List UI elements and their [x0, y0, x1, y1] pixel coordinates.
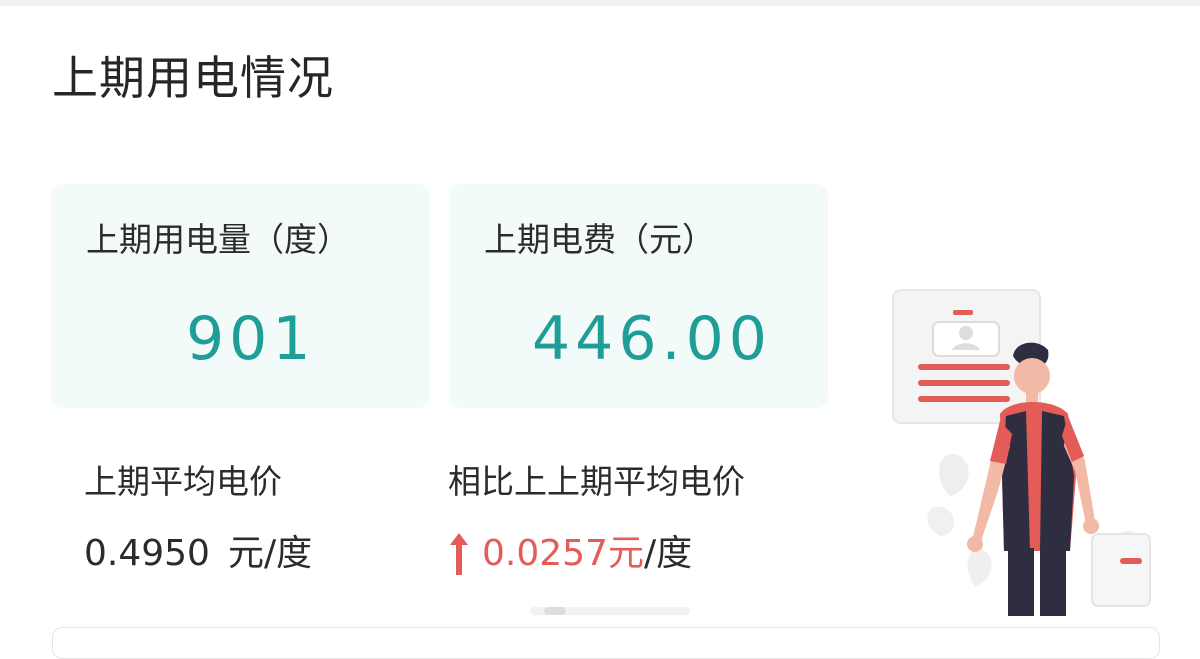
page-title: 上期用电情况: [52, 51, 334, 105]
comparison-value: 0.0257: [482, 533, 608, 574]
comparison-unit-currency: 元: [607, 533, 644, 574]
top-strip: [0, 0, 1200, 6]
average-price-value: 0.4950: [84, 533, 210, 574]
arrow-up-icon: [448, 531, 470, 577]
comparison-unit-rest: /度: [643, 533, 693, 574]
average-price-block: 上期平均电价 0.4950 元/度: [84, 458, 312, 579]
comparison-label: 相比上上期平均电价: [448, 462, 745, 501]
average-price-unit: 元/度: [227, 533, 313, 574]
person-with-document-illustration: [880, 286, 1200, 616]
usage-label: 上期用电量（度）: [86, 220, 350, 259]
fee-label: 上期电费（元）: [484, 220, 715, 259]
average-price-label: 上期平均电价: [84, 462, 282, 501]
next-section-card: [52, 627, 1160, 659]
fee-card: 上期电费（元） 446.00: [449, 184, 828, 408]
comparison-block: 相比上上期平均电价 0.0257 元 /度: [448, 458, 745, 579]
fee-value: 446.00: [532, 304, 772, 374]
scroll-indicator: [530, 600, 690, 615]
usage-card: 上期用电量（度） 901: [51, 184, 430, 408]
